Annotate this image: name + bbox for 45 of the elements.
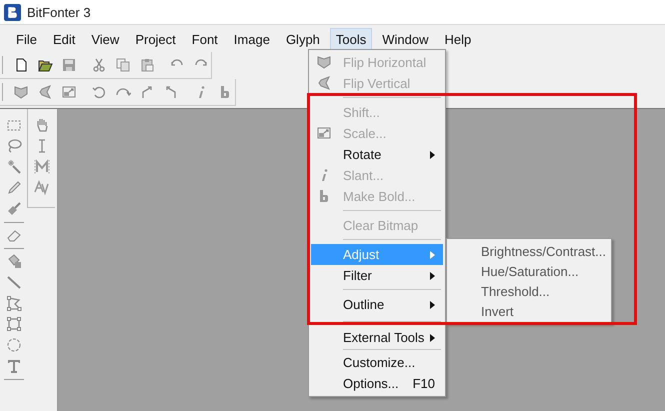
menu-item[interactable]: Glyph: [280, 28, 326, 52]
menu-item[interactable]: Customize...: [311, 352, 443, 373]
app-icon: [4, 4, 21, 20]
menu-item[interactable]: Font: [186, 28, 224, 52]
menu-item[interactable]: Threshold...: [449, 281, 609, 301]
scale-icon: [316, 125, 332, 141]
menu-item[interactable]: Tools: [330, 28, 372, 52]
flip-horizontal-icon[interactable]: [13, 84, 29, 100]
menu-item[interactable]: File: [10, 28, 43, 52]
save-icon[interactable]: [61, 57, 77, 73]
menu-item[interactable]: Window: [376, 28, 435, 52]
text-tool-icon[interactable]: [6, 358, 22, 374]
magic-wand-icon[interactable]: [6, 159, 22, 175]
menu-item[interactable]: Brightness/Contrast...: [449, 241, 609, 261]
menu-item[interactable]: Hue/Saturation...: [449, 261, 609, 281]
line-icon[interactable]: [6, 274, 22, 290]
copy-icon[interactable]: [115, 57, 131, 73]
menu-item[interactable]: View: [85, 28, 126, 52]
menu-item[interactable]: Invert: [449, 301, 609, 321]
pencil-icon[interactable]: [6, 180, 22, 196]
polygon-icon[interactable]: [6, 295, 22, 311]
lasso-icon[interactable]: [6, 138, 22, 154]
menu-item[interactable]: External Tools: [311, 327, 443, 348]
menu-item[interactable]: Project: [129, 28, 182, 52]
menu-item[interactable]: Filter: [311, 265, 443, 286]
ellipse-icon[interactable]: [6, 337, 22, 353]
menu-item[interactable]: Edit: [46, 28, 82, 52]
flip-vertical-icon: [316, 75, 332, 91]
flip-vertical-icon[interactable]: [37, 84, 53, 100]
metrics-icon[interactable]: [34, 159, 50, 175]
menu-item[interactable]: Help: [438, 28, 478, 52]
paint-bucket-icon[interactable]: [6, 253, 22, 269]
brush-icon[interactable]: [6, 201, 22, 217]
rectangle-icon[interactable]: [6, 316, 22, 332]
menu-item[interactable]: Image: [228, 28, 276, 52]
kerning-icon[interactable]: [34, 180, 50, 196]
flip-horizontal-icon: [316, 54, 332, 70]
cut-icon[interactable]: [91, 57, 107, 73]
menu-item[interactable]: Rotate: [311, 144, 443, 165]
scale-icon[interactable]: [61, 84, 77, 100]
rotate-left-icon[interactable]: [91, 84, 107, 100]
paste-icon[interactable]: [139, 57, 155, 73]
window-title: BitFonter 3: [27, 4, 91, 20]
menu-item[interactable]: Outline: [311, 294, 443, 315]
menu-item[interactable]: Options... F10: [311, 373, 443, 394]
